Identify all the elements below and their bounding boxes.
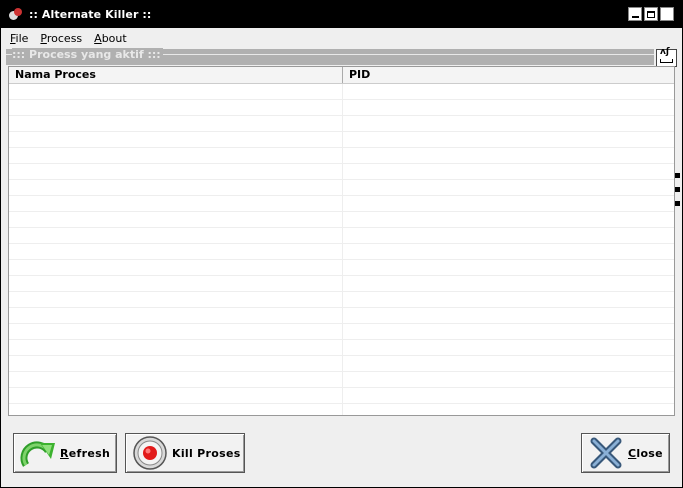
menu-about[interactable]: About — [90, 32, 131, 45]
table-row[interactable] — [9, 148, 674, 164]
menu-process[interactable]: Process — [36, 32, 86, 45]
menu-file[interactable]: File — [6, 32, 32, 45]
column-header-pid[interactable]: PID — [343, 67, 674, 83]
table-row[interactable] — [9, 356, 674, 372]
table-row[interactable] — [9, 100, 674, 116]
table-row[interactable] — [9, 180, 674, 196]
table-row[interactable] — [9, 388, 674, 404]
close-button[interactable]: Close — [581, 433, 670, 473]
table-row[interactable] — [9, 324, 674, 340]
table-row[interactable] — [9, 260, 674, 276]
close-label: Close — [628, 446, 663, 460]
refresh-arrow-icon — [18, 437, 56, 469]
table-row[interactable] — [9, 372, 674, 388]
splitter-handle[interactable] — [675, 201, 680, 206]
title-bar[interactable]: :: Alternate Killer :: ✕ — [1, 1, 682, 28]
window-close-button[interactable]: ✕ — [660, 7, 674, 21]
table-row[interactable] — [9, 164, 674, 180]
minimize-button[interactable] — [628, 7, 642, 21]
table-row[interactable] — [9, 308, 674, 324]
panel-toggle-button[interactable]: ʌʃ — [656, 47, 677, 67]
menu-bar: File Process About — [1, 29, 131, 47]
table-row[interactable] — [9, 340, 674, 356]
splitter-handle[interactable] — [675, 187, 680, 192]
maximize-button[interactable] — [644, 7, 658, 21]
kill-process-button[interactable]: Kill Proses — [125, 433, 245, 473]
table-row[interactable] — [9, 84, 674, 100]
refresh-button[interactable]: Refresh — [13, 433, 117, 473]
group-title: ::: Process yang aktif ::: — [12, 48, 163, 61]
app-icon[interactable] — [9, 7, 23, 22]
splitter-handle[interactable] — [675, 173, 680, 178]
table-row[interactable] — [9, 116, 674, 132]
table-row[interactable] — [9, 276, 674, 292]
close-x-icon — [588, 435, 624, 471]
table-row[interactable] — [9, 404, 674, 415]
column-header-name[interactable]: Nama Proces — [9, 67, 343, 83]
maximize-icon — [647, 10, 655, 18]
table-row[interactable] — [9, 212, 674, 228]
process-list[interactable]: Nama Proces PID — [8, 66, 675, 416]
list-body[interactable] — [9, 84, 674, 415]
minimize-icon — [631, 16, 639, 18]
refresh-label: Refresh — [60, 446, 111, 460]
kill-label: Kill Proses — [172, 446, 241, 460]
list-header: Nama Proces PID — [9, 67, 674, 84]
close-icon: ✕ — [661, 7, 673, 21]
window-title: :: Alternate Killer :: — [29, 8, 152, 21]
main-window: :: Alternate Killer :: ✕ File Process Ab… — [0, 0, 683, 488]
table-row[interactable] — [9, 244, 674, 260]
table-row[interactable] — [9, 292, 674, 308]
table-row[interactable] — [9, 228, 674, 244]
panel-toggle-icon: ʌʃ — [660, 47, 670, 57]
table-row[interactable] — [9, 132, 674, 148]
group-header: ::: Process yang aktif ::: — [6, 48, 654, 65]
table-row[interactable] — [9, 196, 674, 212]
record-stop-icon — [132, 435, 168, 471]
